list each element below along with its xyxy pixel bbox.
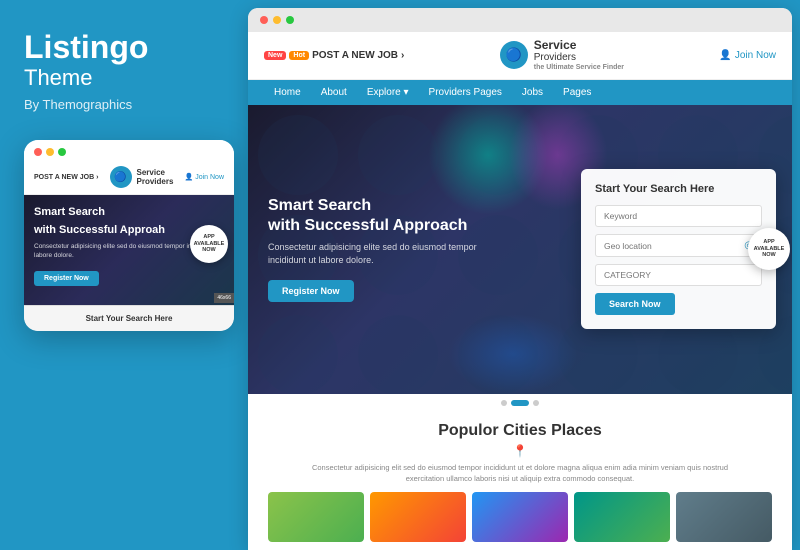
mobile-post-job[interactable]: POST A NEW JOB › — [34, 174, 98, 181]
mobile-hero-title: Smart Search — [34, 205, 224, 219]
keyword-input[interactable] — [595, 205, 762, 227]
category-input[interactable] — [595, 264, 762, 286]
mobile-join-button[interactable]: 👤 Join Now — [184, 173, 224, 181]
city-thumb-1[interactable] — [268, 492, 364, 542]
nav-home[interactable]: Home — [264, 80, 311, 105]
post-job-link[interactable]: New Hot POST A NEW JOB › — [264, 50, 404, 61]
hero-register-button[interactable]: Register Now — [268, 280, 354, 302]
category-field-group — [595, 264, 762, 286]
slider-dot-3[interactable] — [533, 400, 539, 406]
nav-pages[interactable]: Pages — [553, 80, 601, 105]
mobile-search-title: Start Your Search Here — [34, 314, 224, 323]
city-thumb-2[interactable] — [370, 492, 466, 542]
site-hero: Smart Search with Successful Approach Co… — [248, 105, 792, 394]
search-box-title: Start Your Search Here — [595, 183, 762, 195]
new-badge: New — [264, 51, 286, 60]
mobile-hero: Smart Search with Successful Approah Con… — [24, 195, 234, 305]
hero-title: Smart Search with Successful Approach — [268, 196, 561, 234]
mobile-search-section: Start Your Search Here — [24, 305, 234, 331]
mobile-logo: 🔵 Service Providers — [110, 166, 174, 188]
site-navbar: Home About Explore ▾ Providers Pages Job… — [248, 80, 792, 105]
search-box: Start Your Search Here ◎ Search Now — [581, 169, 776, 329]
hero-left-content: Smart Search with Successful Approach Co… — [248, 176, 581, 321]
browser-dot-yellow — [273, 16, 281, 24]
browser-content: New Hot POST A NEW JOB › 🔵 Service Provi… — [248, 32, 792, 550]
browser-bar — [248, 8, 792, 32]
mobile-size-badge: 46x66 — [214, 293, 234, 303]
dot-green-icon — [58, 148, 66, 156]
cities-thumbnails — [268, 492, 772, 542]
dot-yellow-icon — [46, 148, 54, 156]
mobile-register-button[interactable]: Register Now — [34, 271, 99, 286]
browser-dot-green — [286, 16, 294, 24]
brand-by: By Themographics — [24, 97, 224, 112]
brand-subtitle: Theme — [24, 65, 224, 91]
slider-dot-1[interactable] — [501, 400, 507, 406]
nav-explore[interactable]: Explore ▾ — [357, 80, 419, 105]
mobile-logo-icon: 🔵 — [110, 166, 132, 188]
city-thumb-5[interactable] — [676, 492, 772, 542]
hot-badge: Hot — [289, 51, 309, 60]
keyword-field-group — [595, 205, 762, 227]
site-below-hero: Populor Cities Places 📍 Consectetur adip… — [248, 394, 792, 550]
site-logo-icon: 🔵 — [500, 41, 528, 69]
site-logo: 🔵 Service Providers the Ultimate Service… — [500, 38, 624, 73]
nav-jobs[interactable]: Jobs — [512, 80, 553, 105]
left-panel: Listingo Theme By Themographics POST A N… — [0, 0, 248, 550]
city-thumb-3[interactable] — [472, 492, 568, 542]
hero-description: Consectetur adipisicing elite sed do eiu… — [268, 241, 488, 268]
smoke-blue-decoration — [448, 314, 578, 394]
geo-input[interactable] — [604, 241, 744, 251]
slider-dot-2[interactable] — [511, 400, 529, 406]
cities-section: Populor Cities Places 📍 Consectetur adip… — [248, 412, 792, 550]
browser-dot-red — [260, 16, 268, 24]
brand-title: Listingo — [24, 30, 224, 65]
join-icon: 👤 — [719, 50, 731, 61]
mobile-app-badge: APPAVAILABLENOW — [190, 225, 228, 263]
desktop-app-badge: APPAVAILABLENOW — [748, 228, 790, 270]
browser-mockup: New Hot POST A NEW JOB › 🔵 Service Provi… — [248, 8, 792, 550]
geo-field-group: ◎ — [595, 234, 762, 257]
site-join-button[interactable]: 👤 Join Now — [719, 50, 776, 61]
cities-description: Consectetur adipisicing elit sed do eius… — [310, 462, 730, 485]
site-topbar: New Hot POST A NEW JOB › 🔵 Service Provi… — [248, 32, 792, 80]
nav-providers[interactable]: Providers Pages — [419, 80, 512, 105]
search-now-button[interactable]: Search Now — [595, 293, 675, 315]
mobile-top-bar — [24, 140, 234, 160]
cities-title: Populor Cities Places — [268, 422, 772, 440]
city-thumb-4[interactable] — [574, 492, 670, 542]
cities-pin-icon: 📍 — [268, 444, 772, 458]
slider-dots — [248, 394, 792, 412]
dot-red-icon — [34, 148, 42, 156]
nav-about[interactable]: About — [311, 80, 357, 105]
mobile-site-header: POST A NEW JOB › 🔵 Service Providers 👤 J… — [24, 160, 234, 195]
mobile-mockup: POST A NEW JOB › 🔵 Service Providers 👤 J… — [24, 140, 234, 331]
